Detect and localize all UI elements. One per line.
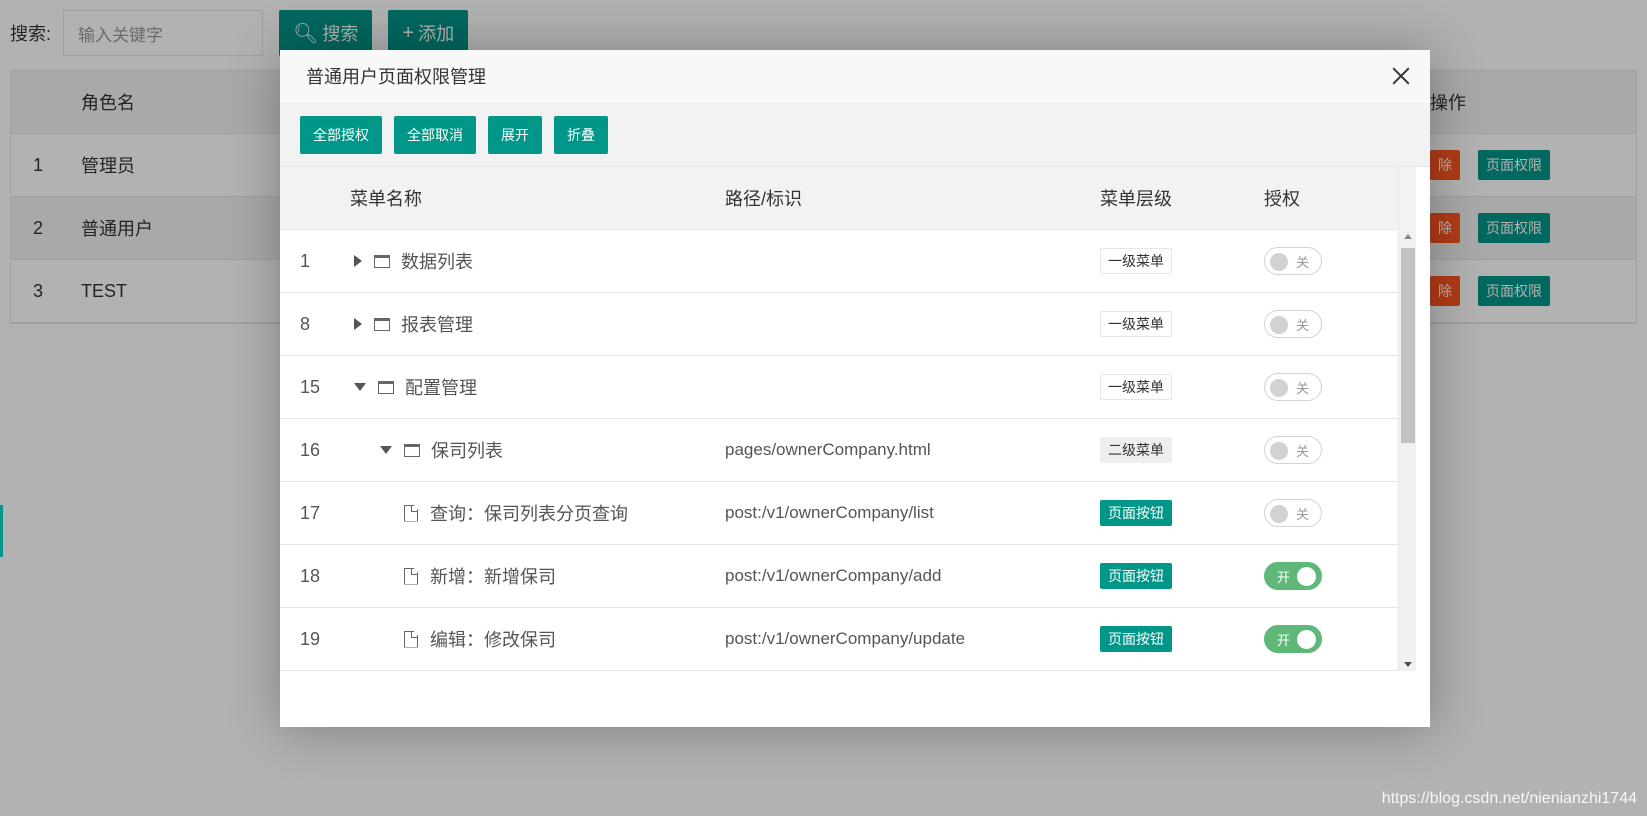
vertical-scrollbar[interactable]: [1398, 230, 1416, 671]
header-path: 路径/标识: [725, 189, 803, 209]
menu-name-cell: 新增：新增保司: [350, 563, 725, 589]
table-row: 16 保司列表 pages/ownerCompany.html 二级菜单 关: [280, 419, 1407, 482]
header-scroll-gap: [1398, 167, 1416, 230]
window-icon: [374, 254, 390, 268]
scroll-up-arrow-icon[interactable]: [1404, 234, 1412, 239]
header-menu-level: 菜单层级: [1100, 189, 1172, 209]
file-icon: [404, 504, 418, 522]
window-icon: [404, 443, 420, 457]
row-number: 1: [300, 250, 311, 271]
auth-toggle[interactable]: 关: [1264, 436, 1322, 464]
toggle-label: 关: [1296, 317, 1310, 333]
auth-toggle[interactable]: 关: [1264, 499, 1322, 527]
toggle-label: 关: [1296, 380, 1310, 396]
table-row: 17 查询：保司列表分页查询 post:/v1/ownerCompany/lis…: [280, 482, 1407, 545]
collapse-caret-icon[interactable]: [354, 383, 366, 391]
toggle-label: 关: [1296, 506, 1310, 522]
close-icon[interactable]: [1390, 65, 1412, 87]
row-number: 18: [300, 565, 321, 586]
level-tag: 一级菜单: [1100, 311, 1172, 337]
menu-name: 编辑：修改保司: [430, 630, 556, 650]
menu-name: 新增：新增保司: [430, 567, 556, 587]
menu-name-cell: 报表管理: [350, 311, 725, 337]
table-row: 8 报表管理 一级菜单 关: [280, 293, 1407, 356]
modal-header: 普通用户页面权限管理: [280, 50, 1430, 104]
scroll-down-arrow-icon[interactable]: [1404, 662, 1412, 667]
level-tag: 页面按钮: [1100, 500, 1172, 526]
window-icon: [378, 380, 394, 394]
collapse-caret-icon[interactable]: [380, 446, 392, 454]
expand-button[interactable]: 展开: [488, 116, 542, 154]
tree-table: 菜单名称 路径/标识 菜单层级 授权 1 数据列表 一级菜单 关 8 报表管理 …: [280, 167, 1430, 671]
expand-caret-icon[interactable]: [354, 318, 362, 330]
auth-toggle[interactable]: 关: [1264, 310, 1322, 338]
file-icon: [404, 567, 418, 585]
toggle-knob: [1270, 442, 1288, 460]
header-menu-name: 菜单名称: [350, 189, 422, 209]
row-number: 19: [300, 628, 321, 649]
auth-toggle[interactable]: 开: [1264, 625, 1322, 653]
file-icon: [404, 630, 418, 648]
table-row: 18 新增：新增保司 post:/v1/ownerCompany/add 页面按…: [280, 545, 1407, 608]
modal-title: 普通用户页面权限管理: [306, 67, 486, 87]
grant-all-button[interactable]: 全部授权: [300, 116, 382, 154]
menu-name: 保司列表: [431, 441, 503, 461]
auth-toggle[interactable]: 开: [1264, 562, 1322, 590]
collapse-button[interactable]: 折叠: [554, 116, 608, 154]
row-number: 15: [300, 376, 321, 397]
menu-name: 报表管理: [401, 315, 473, 335]
cancel-all-button[interactable]: 全部取消: [394, 116, 476, 154]
toggle-label: 开: [1277, 569, 1291, 585]
auth-toggle[interactable]: 关: [1264, 373, 1322, 401]
toggle-label: 关: [1296, 254, 1310, 270]
level-tag: 页面按钮: [1100, 626, 1172, 652]
menu-name-cell: 编辑：修改保司: [350, 626, 725, 652]
row-number: 8: [300, 313, 311, 334]
menu-path: pages/ownerCompany.html: [725, 440, 931, 459]
menu-name: 配置管理: [405, 378, 477, 398]
left-accent-bar: [0, 505, 3, 557]
table-row: 15 配置管理 一级菜单 关: [280, 356, 1407, 419]
menu-name-cell: 查询：保司列表分页查询: [350, 500, 725, 526]
table-row: 19 编辑：修改保司 post:/v1/ownerCompany/update …: [280, 608, 1407, 671]
row-number: 17: [300, 502, 321, 523]
header-authorization: 授权: [1264, 189, 1300, 209]
toggle-knob: [1297, 567, 1316, 586]
tree-table-header: 菜单名称 路径/标识 菜单层级 授权: [280, 167, 1407, 230]
watermark: https://blog.csdn.net/nienianzhi1744: [1381, 790, 1637, 807]
level-tag: 二级菜单: [1100, 437, 1172, 463]
auth-toggle[interactable]: 关: [1264, 247, 1322, 275]
row-number: 16: [300, 439, 321, 460]
toggle-knob: [1270, 505, 1288, 523]
menu-name: 数据列表: [401, 252, 473, 272]
menu-name-cell: 配置管理: [350, 374, 725, 400]
level-tag: 一级菜单: [1100, 248, 1172, 274]
level-tag: 页面按钮: [1100, 563, 1172, 589]
menu-name-cell: 数据列表: [350, 248, 725, 274]
window-icon: [374, 317, 390, 331]
expand-caret-icon[interactable]: [354, 255, 362, 267]
menu-path: post:/v1/ownerCompany/list: [725, 503, 934, 522]
toggle-label: 关: [1296, 443, 1310, 459]
toggle-label: 开: [1277, 632, 1291, 648]
toggle-knob: [1297, 630, 1316, 649]
table-row: 1 数据列表 一级菜单 关: [280, 230, 1407, 293]
menu-name: 查询：保司列表分页查询: [430, 504, 628, 524]
modal-toolbar: 全部授权 全部取消 展开 折叠: [280, 104, 1430, 167]
menu-path: post:/v1/ownerCompany/update: [725, 629, 966, 648]
menu-name-cell: 保司列表: [350, 437, 725, 463]
permission-modal: 普通用户页面权限管理 全部授权 全部取消 展开 折叠 菜单名称 路径/标识 菜单…: [280, 50, 1430, 727]
toggle-knob: [1270, 379, 1288, 397]
level-tag: 一级菜单: [1100, 374, 1172, 400]
toggle-knob: [1270, 316, 1288, 334]
toggle-knob: [1270, 253, 1288, 271]
scroll-thumb[interactable]: [1401, 248, 1415, 443]
menu-path: post:/v1/ownerCompany/add: [725, 566, 942, 585]
tree-table-body: 1 数据列表 一级菜单 关 8 报表管理 一级菜单 关 15 配置管理 一级菜单…: [280, 230, 1407, 671]
